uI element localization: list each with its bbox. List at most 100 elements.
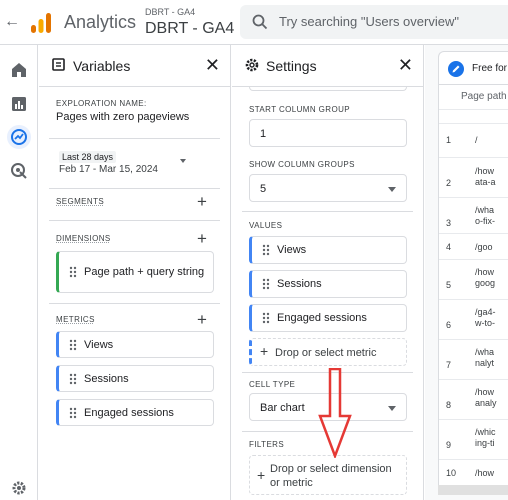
row-number: 6 — [446, 320, 452, 330]
settings-title: Settings — [266, 58, 317, 74]
exploration-name-label: EXPLORATION NAME: — [56, 99, 147, 108]
dimension-label: Page path + query string — [84, 266, 205, 278]
variables-header: Variables ✕ — [39, 45, 230, 87]
drag-handle-icon[interactable] — [262, 312, 270, 324]
values-label: VALUES — [249, 221, 283, 230]
totals-row — [439, 109, 508, 123]
search-box[interactable]: Try searching "Users overview" — [240, 5, 508, 39]
page-path-cell: /goo — [475, 242, 493, 252]
table-row[interactable]: 3/wha o-fix- — [439, 197, 508, 233]
annotation-arrow-icon — [318, 368, 352, 458]
data-table: Page path 1/ 2/how ata-a 3/wha o-fix- 4/… — [438, 85, 508, 485]
drop-filter-target[interactable]: + Drop or select dimension or metric — [249, 455, 407, 495]
metric-chip-sessions[interactable]: Sessions — [56, 365, 214, 392]
table-row[interactable]: 2/how ata-a — [439, 157, 508, 197]
drag-handle-icon[interactable] — [262, 244, 270, 256]
add-metric-icon[interactable]: + — [197, 311, 207, 328]
page-path-cell: /ga4- w-to- — [475, 307, 496, 328]
table-row[interactable]: 10/how — [439, 459, 508, 485]
drop-metric-target[interactable]: + Drop or select metric — [249, 338, 407, 366]
page-path-cell: / — [475, 135, 478, 145]
search-input[interactable]: Try searching "Users overview" — [279, 14, 459, 29]
back-arrow-icon[interactable]: ← — [4, 12, 20, 32]
filters-label: FILTERS — [249, 440, 285, 449]
date-dropdown-caret-icon — [180, 159, 186, 163]
value-chip-views[interactable]: Views — [249, 236, 407, 264]
property-selector[interactable]: DBRT - GA4 — [145, 20, 234, 38]
table-row[interactable]: 8/how analy — [439, 379, 508, 419]
search-icon — [252, 14, 268, 30]
drag-handle-icon[interactable] — [69, 373, 77, 385]
tab-canvas: Free for Page path 1/ 2/how ata-a 3/wha … — [425, 45, 508, 500]
row-number: 2 — [446, 178, 452, 188]
home-icon[interactable] — [7, 58, 31, 82]
date-range-value: Feb 17 - Mar 15, 2024 — [59, 164, 158, 175]
add-icon: + — [257, 467, 266, 483]
add-dimension-icon[interactable]: + — [197, 230, 207, 247]
explore-icon[interactable] — [7, 125, 31, 149]
edit-pencil-icon — [448, 61, 464, 77]
settings-header: Settings ✕ — [232, 45, 423, 87]
start-column-group-value: 1 — [260, 128, 267, 140]
variables-icon — [52, 58, 65, 71]
cell-type-label: CELL TYPE — [249, 380, 296, 389]
admin-gear-icon[interactable] — [11, 480, 27, 496]
metric-chip-views[interactable]: Views — [56, 331, 214, 358]
drag-handle-icon[interactable] — [69, 339, 77, 351]
value-chip-engaged-sessions[interactable]: Engaged sessions — [249, 304, 407, 332]
variables-panel: Variables ✕ EXPLORATION NAME: Pages with… — [39, 45, 231, 500]
date-range-label: Last 28 days — [59, 151, 117, 163]
page-path-cell: /how analy — [475, 387, 497, 408]
row-number: 9 — [446, 440, 452, 450]
tab-label: Free for — [472, 63, 508, 74]
segments-label: SEGMENTS — [56, 197, 105, 206]
row-number: 10 — [446, 468, 457, 478]
table-row[interactable]: 4/goo — [439, 233, 508, 259]
tab-free-form[interactable]: Free for — [438, 51, 508, 85]
page-path-cell: /wha nalyt — [475, 347, 495, 368]
settings-gear-icon — [245, 58, 259, 72]
drag-handle-icon[interactable] — [69, 266, 77, 278]
show-column-groups-select[interactable]: 5 — [249, 174, 407, 202]
add-segment-icon[interactable]: + — [197, 193, 207, 210]
drop-metric-label: Drop or select metric — [275, 347, 377, 359]
row-number: 3 — [446, 218, 452, 228]
value-label: Views — [277, 244, 307, 256]
row-number: 7 — [446, 360, 452, 370]
reports-icon[interactable] — [7, 92, 31, 116]
left-nav-rail — [0, 45, 38, 500]
close-variables-icon[interactable]: ✕ — [205, 55, 220, 75]
start-column-group-input[interactable]: 1 — [249, 119, 407, 147]
close-settings-icon[interactable]: ✕ — [398, 55, 413, 75]
value-chip-sessions[interactable]: Sessions — [249, 270, 407, 298]
metrics-label: METRICS — [56, 315, 95, 324]
drag-handle-icon[interactable] — [262, 278, 270, 290]
column-header[interactable]: Page path — [461, 91, 507, 102]
page-path-cell: /how — [475, 468, 495, 478]
table-row[interactable]: 5/how goog — [439, 259, 508, 299]
account-name[interactable]: DBRT - GA4 — [145, 7, 195, 17]
variables-title: Variables — [73, 58, 131, 74]
row-number: 5 — [446, 280, 452, 290]
value-label: Sessions — [277, 278, 322, 290]
metric-label: Views — [84, 338, 114, 351]
date-range-picker[interactable]: Last 28 days Feb 17 - Mar 15, 2024 — [56, 149, 214, 181]
table-row[interactable]: 9/whic ing-ti — [439, 419, 508, 459]
metric-chip-engaged-sessions[interactable]: Engaged sessions — [56, 399, 214, 426]
table-row[interactable]: 1/ — [439, 123, 508, 157]
start-column-group-label: START COLUMN GROUP — [249, 105, 350, 114]
row-number: 4 — [446, 242, 452, 252]
chevron-down-icon — [388, 406, 396, 411]
table-row[interactable]: 6/ga4- w-to- — [439, 299, 508, 339]
exploration-name-field[interactable]: Pages with zero pageviews — [56, 111, 189, 123]
top-bar: ← Analytics DBRT - GA4 DBRT - GA4 Try se… — [0, 0, 508, 45]
metric-label: Sessions — [84, 372, 129, 385]
horizontal-scrollbar[interactable] — [438, 485, 508, 495]
dimension-chip-page-path[interactable]: Page path + query string — [56, 251, 214, 293]
show-column-groups-label: SHOW COLUMN GROUPS — [249, 160, 355, 169]
advertising-icon[interactable] — [7, 159, 31, 183]
drag-handle-icon[interactable] — [69, 407, 77, 419]
table-row[interactable]: 7/wha nalyt — [439, 339, 508, 379]
analytics-logo-icon[interactable] — [30, 12, 52, 34]
page-path-cell: /how goog — [475, 267, 496, 288]
